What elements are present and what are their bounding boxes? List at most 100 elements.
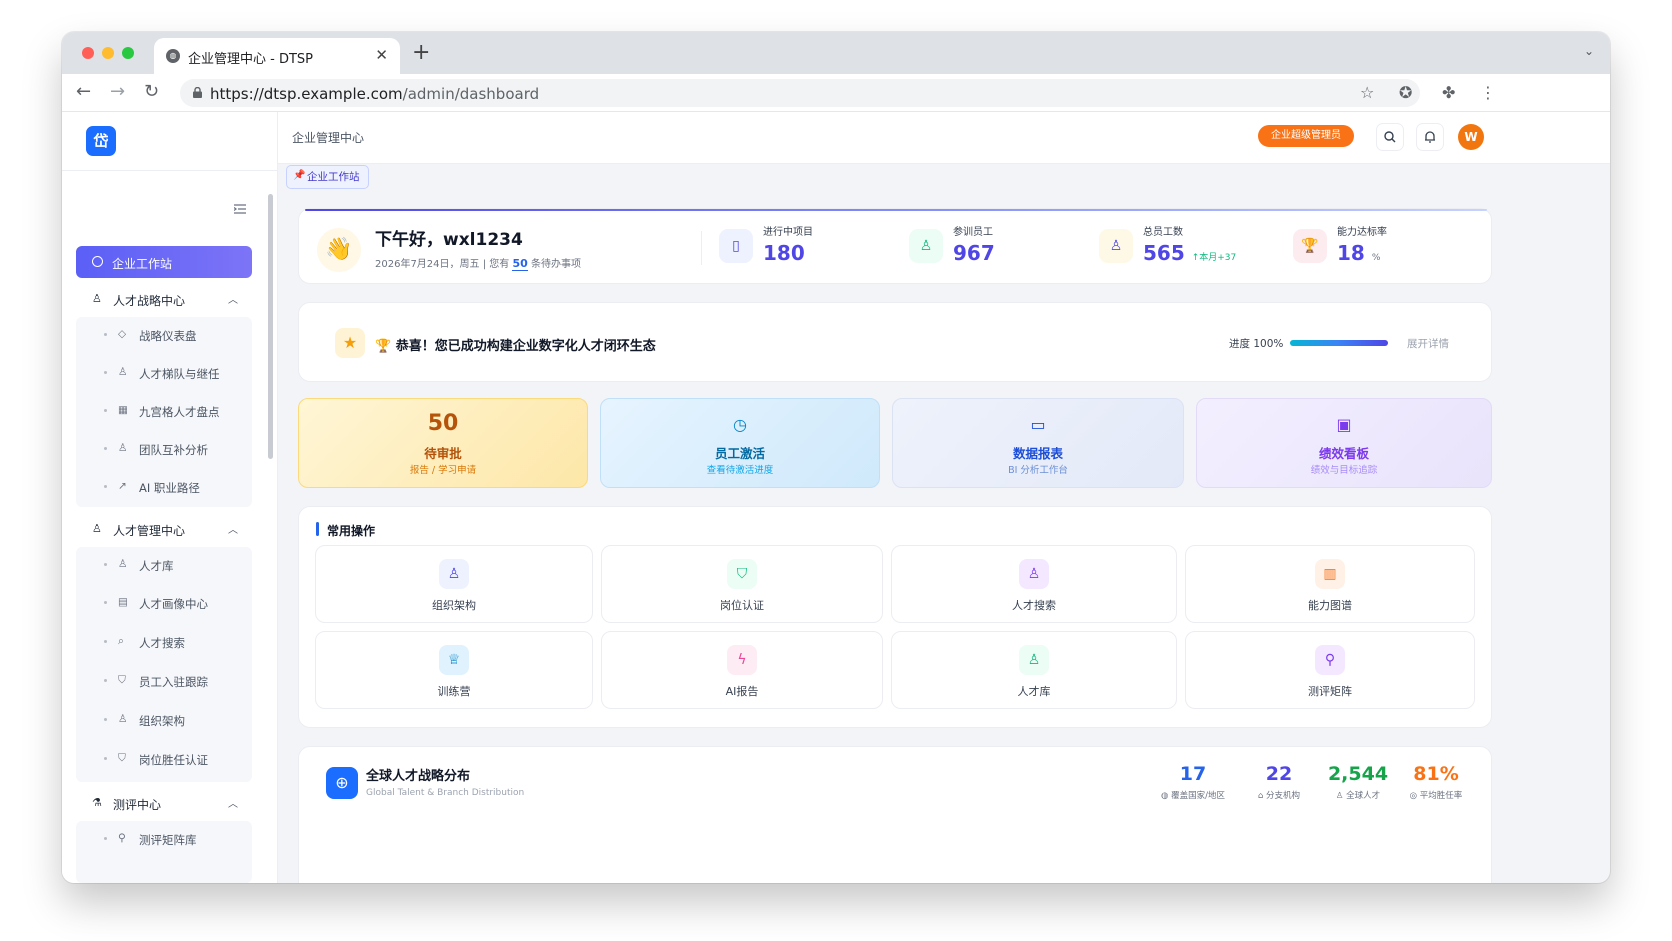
board-icon: ▣ [1336, 415, 1352, 434]
quick-card-approvals[interactable]: 50 待审批 报告 / 学习申请 [298, 398, 588, 488]
wrench-icon: ⚲ [118, 832, 126, 844]
bullet-dot [104, 409, 107, 412]
approvals-count: 50 [427, 411, 459, 436]
browser-menu-icon[interactable]: ⋮ [1480, 83, 1496, 102]
section-title: 全球人才战略分布 [366, 769, 471, 784]
people-icon: ♙ [118, 366, 128, 378]
greeting: 下午好，wxl1234 [375, 230, 523, 250]
op-position-cert[interactable]: ⛉ 岗位认证 [601, 545, 883, 623]
tag-workstation[interactable]: 📌 企业工作站 [286, 165, 369, 189]
dashboard-icon [92, 256, 103, 267]
monitor-icon: ▭ [1030, 415, 1046, 434]
op-talent-search[interactable]: ♙ 人才搜索 [891, 545, 1177, 623]
sidebar-item-nine-box[interactable]: ▦ 九宫格人才盘点 [76, 396, 252, 426]
op-training-camp[interactable]: ♕ 训练营 [315, 631, 593, 709]
sidebar-item-org-structure[interactable]: ♙ 组织架构 [76, 705, 252, 735]
browser-toolbar: ← → ↻ https://dtsp.example.com/admin/das… [62, 74, 1610, 112]
people-icon: ♙ [118, 558, 128, 570]
sidebar: 岱 企业工作站 ♙ 人才战略中心 ︿ ◇ 战略仪表盘 ♙ 人才梯队与继任 ▦ 九宫格人… [62, 112, 278, 883]
close-window-button[interactable] [82, 47, 94, 59]
forward-arrow-icon[interactable]: → [110, 81, 125, 102]
stat-employees[interactable]: ♙ 总员工数 565 ↑本月+37 [1099, 223, 1289, 273]
section-title: 常用操作 [327, 524, 376, 538]
trend-icon: ↗ [118, 480, 127, 492]
sidebar-item-strategy-dashboard[interactable]: ◇ 战略仪表盘 [76, 320, 252, 350]
bullet-dot [104, 718, 107, 721]
sidebar-item-team-analysis[interactable]: ♙ 团队互补分析 [76, 434, 252, 464]
pending-count-link[interactable]: 50 [512, 257, 528, 271]
bullet-dot [104, 679, 107, 682]
sidebar-item-succession[interactable]: ♙ 人才梯队与继任 [76, 358, 252, 388]
expand-details-link[interactable]: 展开详情 [1407, 336, 1449, 351]
stat-projects[interactable]: ▯ 进行中项目 180 [719, 223, 909, 273]
star-icon: ★ [335, 328, 365, 358]
sidebar-item-competency-cert[interactable]: ⛉ 岗位胜任认证 [76, 744, 252, 774]
shield-icon: ⛉ [118, 674, 126, 686]
flask-icon: ⚗ [92, 796, 102, 809]
browser-tab[interactable]: ◍ 企业管理中心 - DTSP ✕ [154, 38, 400, 74]
sidebar-item-workstation[interactable]: 企业工作站 [76, 246, 252, 278]
bullet-dot [104, 563, 107, 566]
extension-badge-icon[interactable]: ✪ [1399, 83, 1412, 102]
org-icon: ♙ [118, 713, 128, 725]
sidebar-item-onboarding[interactable]: ⛉ 员工入驻跟踪 [76, 666, 252, 696]
sidebar-item-matrix-library[interactable]: ⚲ 测评矩阵库 [76, 824, 252, 854]
people-icon: ♙ [1019, 645, 1049, 675]
op-ai-report[interactable]: ϟ AI报告 [601, 631, 883, 709]
reload-icon[interactable]: ↻ [144, 81, 159, 102]
wrench-icon: ⚲ [1315, 645, 1345, 675]
trophy-icon: 🏆 [1293, 229, 1327, 263]
sidebar-scrollbar[interactable] [268, 194, 273, 459]
sidebar-divider [62, 170, 278, 171]
tab-title: 企业管理中心 - DTSP [188, 52, 313, 67]
bookmark-star-icon[interactable]: ☆ [1360, 83, 1374, 102]
maximize-window-button[interactable] [122, 47, 134, 59]
puzzle-extensions-icon[interactable]: ✤ [1442, 83, 1455, 102]
bullet-dot [104, 447, 107, 450]
section-subtitle: Global Talent & Branch Distribution [366, 788, 525, 798]
stat-trainees[interactable]: ♙ 参训员工 967 [909, 223, 1099, 273]
new-tab-icon[interactable]: + [412, 40, 430, 65]
congrats-banner: ★ 🏆 恭喜！您已成功构建企业数字化人才闭环生态 进度 100% 展开详情 [298, 302, 1492, 382]
notification-button[interactable] [1416, 123, 1444, 151]
back-arrow-icon[interactable]: ← [76, 81, 91, 102]
app-logo[interactable]: 岱 [86, 126, 116, 156]
pin-icon: 📌 [293, 170, 306, 181]
sidebar-item-talent-search[interactable]: ⌕ 人才搜索 [76, 627, 252, 657]
bullet-dot [104, 485, 107, 488]
op-skill-map[interactable]: ▥ 能力图谱 [1185, 545, 1475, 623]
search-button[interactable] [1376, 123, 1404, 151]
sidebar-group-assessment[interactable]: ⚗ 测评中心 ︿ [76, 788, 252, 818]
org-icon: ♙ [92, 292, 102, 305]
minimize-window-button[interactable] [102, 47, 114, 59]
collapse-sidebar-icon[interactable] [234, 204, 246, 214]
sidebar-group-strategy[interactable]: ♙ 人才战略中心 ︿ [76, 284, 252, 314]
op-assessment-matrix[interactable]: ⚲ 测评矩阵 [1185, 631, 1475, 709]
tab-close-icon[interactable]: ✕ [375, 46, 388, 64]
sidebar-group-talent[interactable]: ♙ 人才管理中心 ︿ [76, 514, 252, 544]
lightning-icon: ϟ [727, 645, 757, 675]
chevron-up-icon: ︿ [228, 295, 238, 306]
sidebar-item-ai-career[interactable]: ↗ AI 职业路径 [76, 472, 252, 502]
stat-countries: 17 ◍ 覆盖国家/地区 [1161, 763, 1225, 801]
page-title: 企业管理中心 [292, 131, 365, 145]
avatar[interactable]: W [1458, 124, 1484, 150]
chevron-up-icon: ︿ [228, 799, 238, 810]
team-icon: ♙ [118, 442, 128, 454]
user-icon: ♙ [1019, 559, 1049, 589]
op-org-structure[interactable]: ♙ 组织架构 [315, 545, 593, 623]
progress-bar [1290, 340, 1388, 346]
section-accent [316, 522, 319, 536]
stat-competency-rate[interactable]: 🏆 能力达标率 18 % [1293, 223, 1483, 273]
search-icon: ⌕ [118, 635, 124, 647]
address-bar[interactable]: https://dtsp.example.com/admin/dashboard [180, 79, 1420, 107]
bullet-dot [104, 371, 107, 374]
op-talent-pool[interactable]: ♙ 人才库 [891, 631, 1177, 709]
sidebar-item-talent-pool[interactable]: ♙ 人才库 [76, 550, 252, 580]
browser-window: ◍ 企业管理中心 - DTSP ✕ + ⌄ ← → ↻ https://dtsp… [62, 32, 1610, 883]
sidebar-item-talent-profile[interactable]: ▤ 人才画像中心 [76, 588, 252, 618]
quick-card-reports[interactable]: ▭ 数据报表 BI 分析工作台 [892, 398, 1184, 488]
quick-card-activation[interactable]: ◷ 员工激活 查看待激活进度 [600, 398, 880, 488]
quick-card-performance[interactable]: ▣ 绩效看板 绩效与目标追踪 [1196, 398, 1492, 488]
tab-list-chevron-icon[interactable]: ⌄ [1584, 44, 1594, 58]
